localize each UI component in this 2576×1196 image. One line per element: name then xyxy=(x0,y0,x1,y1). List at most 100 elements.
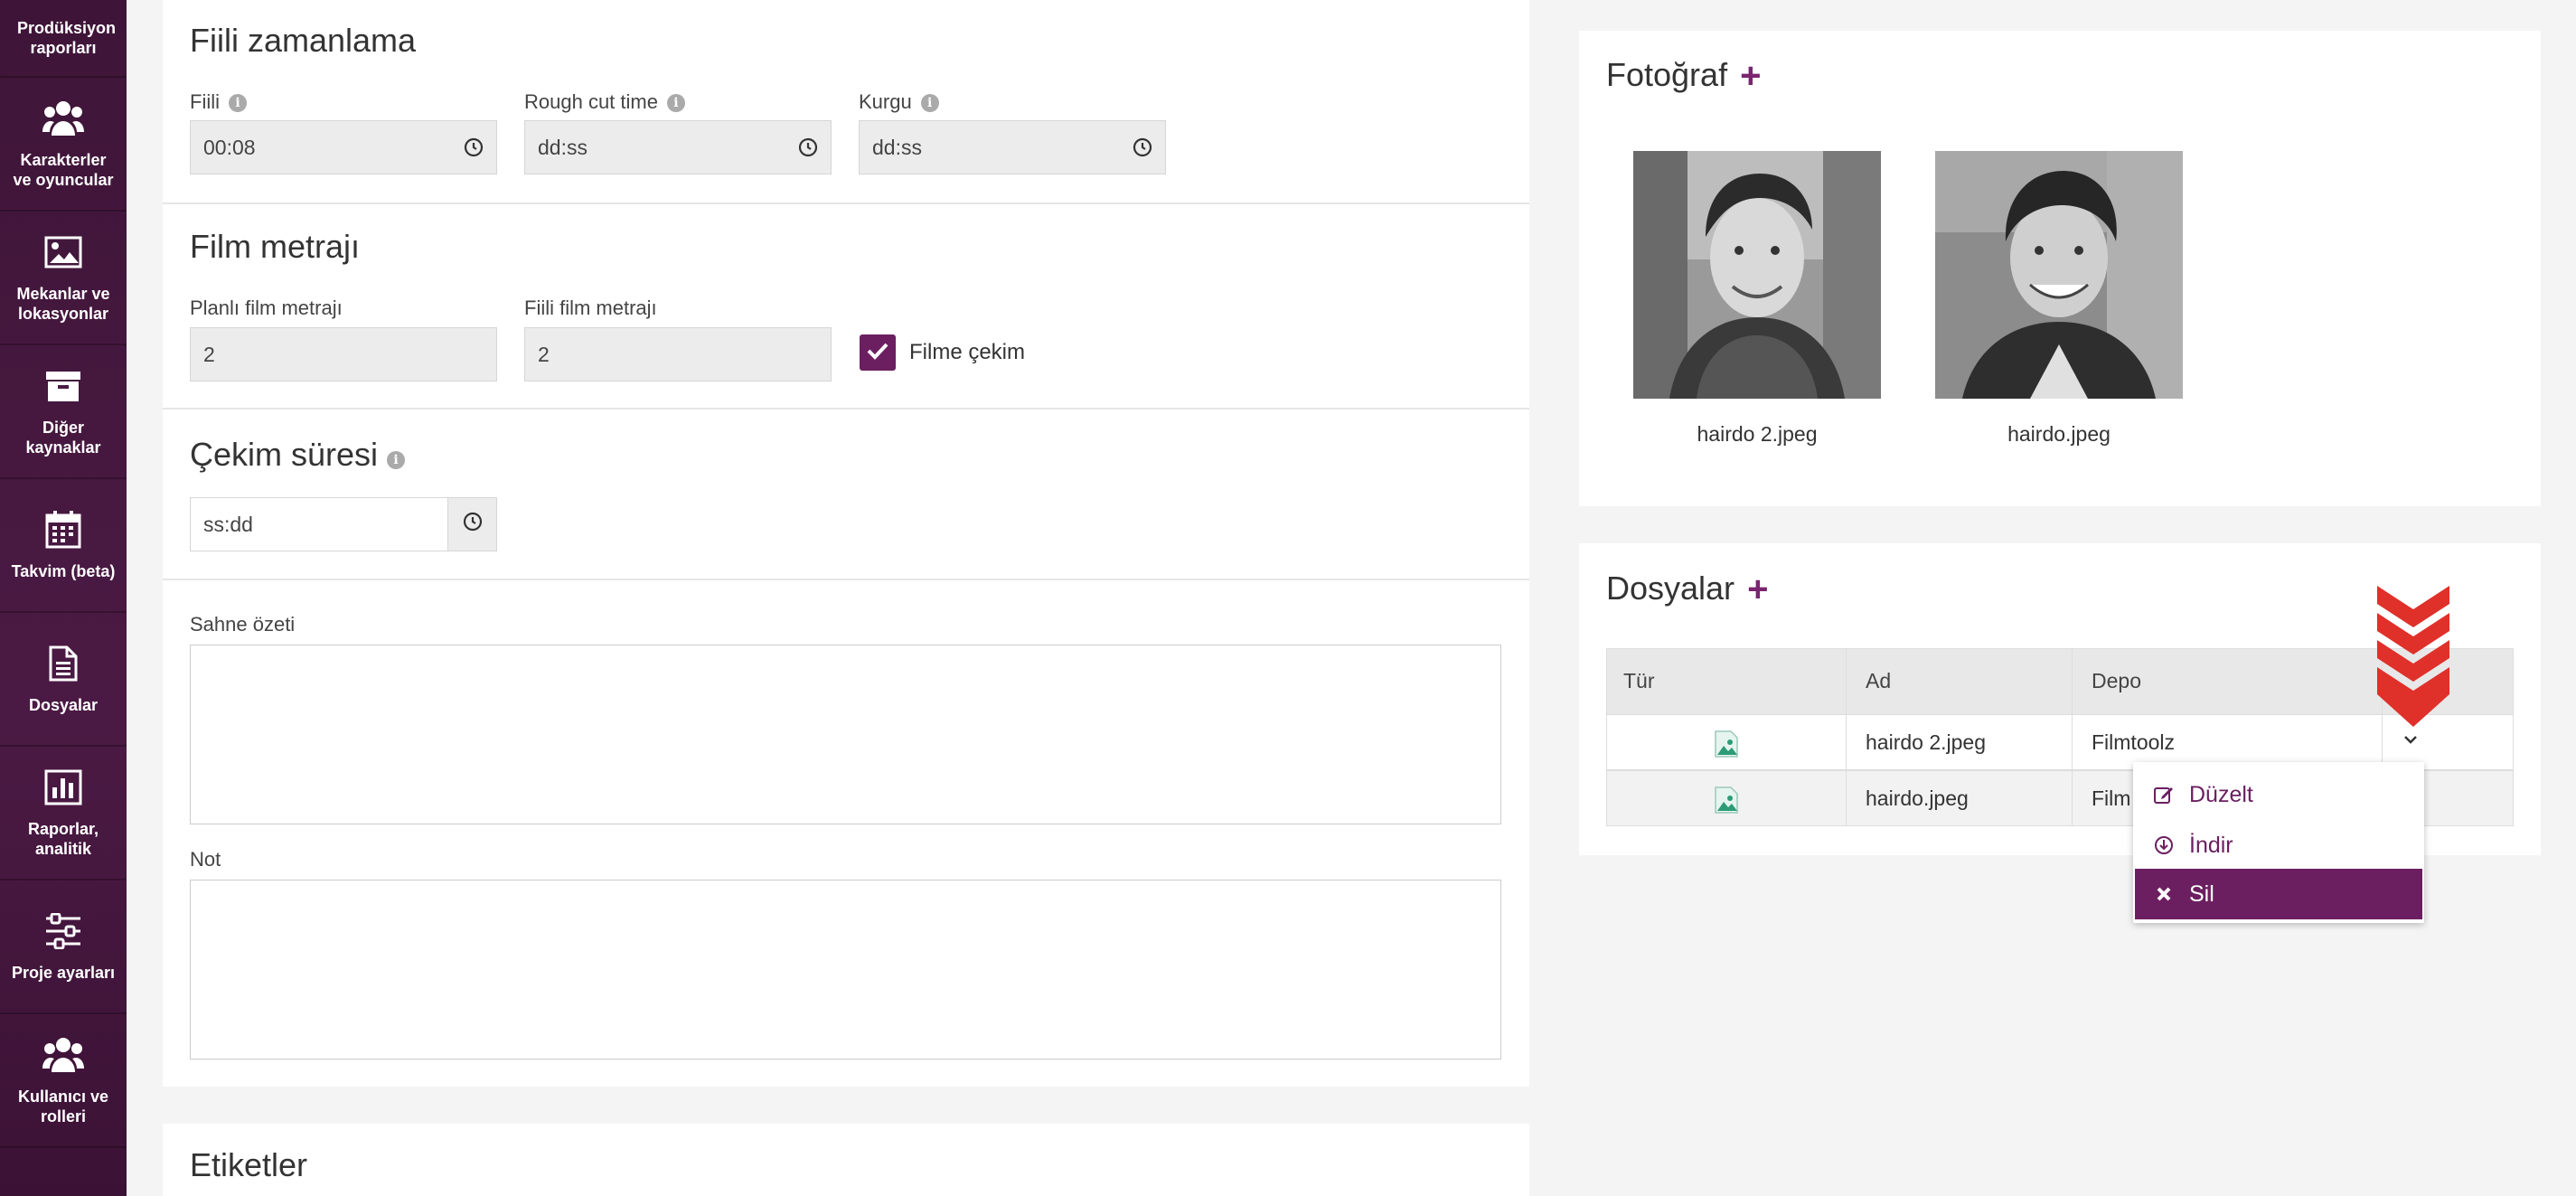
check-icon xyxy=(867,342,888,364)
info-icon[interactable]: i xyxy=(666,94,685,112)
section-title-shooting-time: Çekim süresi i xyxy=(190,436,406,474)
photo-thumbnail[interactable] xyxy=(1935,151,2183,399)
menu-item-download[interactable]: İndir xyxy=(2135,820,2422,871)
menu-item-label: Sil xyxy=(2189,881,2214,907)
sidebar-item-label: Mekanlar ve lokasyonlar xyxy=(16,285,110,323)
column-header-storage[interactable]: Depo xyxy=(2092,669,2141,693)
photo-thumbnail[interactable] xyxy=(1633,151,1881,399)
field-label-text: Kurgu xyxy=(859,90,912,113)
archive-icon xyxy=(42,365,84,407)
photo-caption: hairdo 2.jpeg xyxy=(1697,422,1818,446)
editing-time-value: dd:ss xyxy=(872,135,922,159)
note-textarea[interactable] xyxy=(190,880,1501,1059)
column-header-type[interactable]: Tür xyxy=(1623,669,1655,693)
section-title-footage: Film metrajı xyxy=(190,228,360,265)
actual-time-value: 00:08 xyxy=(203,135,256,159)
menu-item-edit[interactable]: Düzelt xyxy=(2135,769,2422,820)
sidebar-item-label: Karakterler ve oyuncular xyxy=(13,151,114,189)
file-name: hairdo.jpeg xyxy=(1866,786,1969,810)
shooting-time-clock-button[interactable] xyxy=(447,497,497,551)
file-name: hairdo 2.jpeg xyxy=(1866,730,1986,754)
section-divider xyxy=(163,579,1529,580)
planned-footage-value: 2 xyxy=(203,342,215,366)
pointer-arrow-icon xyxy=(2375,586,2451,731)
chevron-down-icon[interactable] xyxy=(2402,733,2419,750)
sidebar-item-users-roles[interactable]: Kullanıcı ve rolleri xyxy=(0,1014,127,1148)
info-icon[interactable]: i xyxy=(229,94,247,112)
rough-cut-time-input[interactable]: dd:ss xyxy=(524,120,832,174)
sidebar-item-label: Kullanıcı ve rolleri xyxy=(17,1088,109,1125)
sidebar-item-label: Diğer kaynaklar xyxy=(25,419,101,457)
note-label: Not xyxy=(190,848,221,871)
file-storage: Film xyxy=(2092,786,2131,810)
sidebar-item-other-resources[interactable]: Diğer kaynaklar xyxy=(0,345,127,479)
calendar-icon xyxy=(42,509,84,551)
filmed-checkbox[interactable] xyxy=(860,334,896,371)
clock-icon xyxy=(463,512,483,537)
image-file-icon xyxy=(1714,730,1739,763)
sidebar-item-calendar[interactable]: Takvim (beta) xyxy=(0,479,127,613)
sidebar-item-files[interactable]: Dosyalar xyxy=(0,613,127,747)
photos-title-text: Fotoğraf xyxy=(1606,56,1728,93)
files-title-text: Dosyalar xyxy=(1606,570,1735,607)
sidebar-item-label: Prodüksiyon raporları xyxy=(17,19,117,57)
column-divider xyxy=(2072,648,2073,826)
clock-icon[interactable] xyxy=(464,137,484,157)
rough-cut-time-value: dd:ss xyxy=(538,135,588,159)
image-file-icon xyxy=(1714,786,1739,819)
clock-icon[interactable] xyxy=(1133,137,1152,157)
photo-caption: hairdo.jpeg xyxy=(2007,422,2111,446)
editing-time-input[interactable]: dd:ss xyxy=(859,120,1166,174)
image-icon xyxy=(42,231,84,273)
filmed-checkbox-label: Filme çekim xyxy=(909,340,1026,364)
planned-footage-input[interactable]: 2 xyxy=(190,327,497,381)
field-label-rough-cut: Rough cut time i xyxy=(524,90,685,114)
users-icon xyxy=(42,1034,84,1076)
menu-item-label: İndir xyxy=(2189,832,2233,858)
photos-title: Fotoğraf + xyxy=(1606,56,1761,97)
clock-icon[interactable] xyxy=(798,137,818,157)
section-title-timing: Fiili zamanlama xyxy=(190,22,417,59)
bar-chart-icon xyxy=(42,767,84,808)
document-icon xyxy=(42,643,84,684)
scene-summary-textarea[interactable] xyxy=(190,645,1501,824)
planned-footage-label: Planlı film metrajı xyxy=(190,297,343,319)
actual-footage-input[interactable]: 2 xyxy=(524,327,832,381)
sidebar-item-label: Raporlar, analitik xyxy=(27,820,99,858)
tags-panel xyxy=(163,1124,1529,1196)
add-file-button[interactable]: + xyxy=(1747,570,1768,609)
users-icon xyxy=(42,98,84,139)
actual-time-input[interactable]: 00:08 xyxy=(190,120,497,174)
section-divider xyxy=(163,202,1529,204)
section-divider xyxy=(163,408,1529,410)
sidebar: Prodüksiyon raporları Karakterler ve oyu… xyxy=(0,0,127,1196)
sidebar-item-locations[interactable]: Mekanlar ve lokasyonlar xyxy=(0,212,127,345)
menu-item-label: Düzelt xyxy=(2189,781,2253,807)
sidebar-item-project-settings[interactable]: Proje ayarları xyxy=(0,881,127,1014)
info-icon[interactable]: i xyxy=(387,451,406,469)
column-header-name[interactable]: Ad xyxy=(1866,669,1891,693)
section-title-text: Çekim süresi xyxy=(190,436,379,473)
actual-footage-label: Fiili film metrajı xyxy=(524,297,657,319)
sidebar-item-label: Dosyalar xyxy=(28,696,99,714)
field-label-text: Fiili xyxy=(190,90,220,113)
sidebar-item-production-reports[interactable]: Prodüksiyon raporları xyxy=(0,0,127,78)
file-storage: Filmtoolz xyxy=(2092,730,2176,754)
section-title-tags: Etiketler xyxy=(190,1146,308,1183)
sidebar-item-characters[interactable]: Karakterler ve oyuncular xyxy=(0,78,127,212)
field-label-text: Rough cut time xyxy=(524,90,658,113)
field-label-actual: Fiili i xyxy=(190,90,247,114)
sidebar-item-reports[interactable]: Raporlar, analitik xyxy=(0,747,127,881)
close-icon xyxy=(2153,883,2175,905)
download-icon xyxy=(2153,834,2175,856)
sliders-icon xyxy=(42,910,84,952)
info-icon[interactable]: i xyxy=(920,94,939,112)
add-photo-button[interactable]: + xyxy=(1740,56,1761,96)
file-actions-menu: Düzelt İndir Sil xyxy=(2133,762,2424,923)
menu-item-delete[interactable]: Sil xyxy=(2135,869,2422,919)
actual-footage-value: 2 xyxy=(538,342,550,366)
field-label-editing: Kurgu i xyxy=(859,90,939,114)
sidebar-item-label: Proje ayarları xyxy=(11,964,116,982)
shooting-time-input[interactable]: ss:dd xyxy=(190,497,448,551)
files-title: Dosyalar + xyxy=(1606,570,1768,610)
